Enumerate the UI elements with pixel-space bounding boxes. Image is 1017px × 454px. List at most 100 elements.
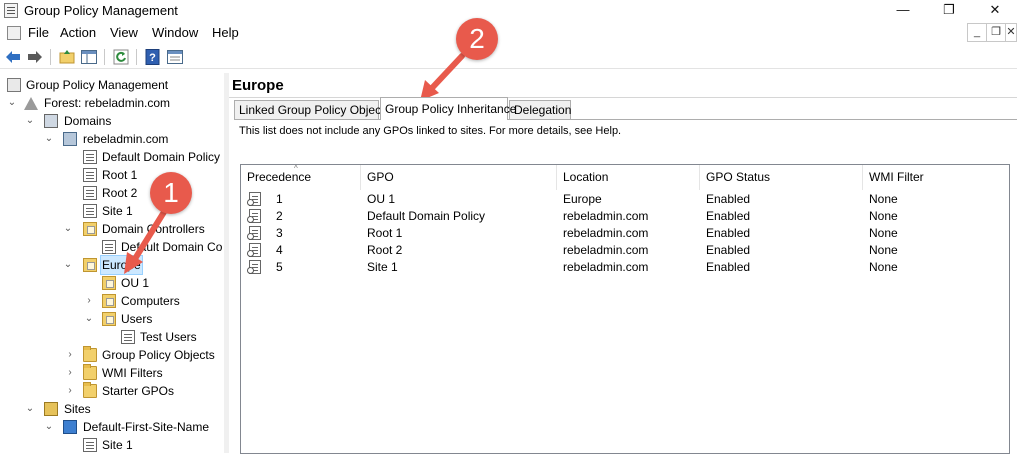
tree-item-label: Forest: rebeladmin.com — [44, 96, 171, 110]
up-folder-icon[interactable] — [58, 48, 76, 66]
expand-toggle[interactable]: ⌄ — [44, 130, 54, 148]
toolbar-separator — [50, 49, 51, 65]
column-header-wmi-filter[interactable]: WMI Filter — [863, 165, 1009, 190]
cell-gpo: OU 1 — [367, 192, 396, 206]
expand-toggle[interactable]: › — [65, 346, 75, 364]
forward-arrow-icon[interactable] — [26, 48, 44, 66]
callout-badge-1: 1 — [150, 172, 192, 214]
cell-precedence: 5 — [276, 260, 283, 274]
inheritance-list[interactable]: ^ Precedence GPO Location GPO Status WMI… — [240, 164, 1010, 454]
tree-item-label: Default-First-Site-Name — [83, 420, 210, 434]
cell-gpo: Default Domain Policy — [367, 209, 486, 223]
expand-toggle[interactable]: › — [65, 364, 75, 382]
folder-icon — [83, 382, 97, 398]
cell-gpo: Root 2 — [367, 243, 403, 257]
menu-help[interactable]: Help — [212, 25, 239, 40]
maximize-button[interactable]: ❐ — [926, 0, 972, 22]
tree-item-label: Starter GPOs — [102, 384, 175, 398]
tree-item-label: Test Users — [140, 330, 197, 344]
gpo-link-icon — [83, 204, 97, 218]
close-button[interactable]: ✕ — [972, 0, 1017, 22]
cell-precedence: 1 — [276, 192, 283, 206]
document-menu-icon[interactable] — [7, 26, 21, 40]
expand-toggle[interactable]: ⌄ — [7, 94, 17, 112]
cell-precedence: 3 — [276, 226, 283, 240]
expand-toggle[interactable]: › — [65, 382, 75, 400]
title-divider — [229, 97, 1017, 98]
table-row[interactable]: 1 OU 1 Europe Enabled None — [241, 191, 1009, 208]
ou-icon — [102, 276, 116, 290]
site-icon — [63, 420, 77, 434]
tree-item-label: Site 1 — [102, 438, 133, 452]
cell-gpo: Site 1 — [367, 260, 398, 274]
tab-linked-gpos[interactable]: Linked Group Policy Objects — [234, 100, 390, 119]
gpo-link-icon — [247, 209, 261, 223]
minimize-button[interactable]: — — [880, 0, 926, 22]
inheritance-tab-panel: This list does not include any GPOs link… — [234, 119, 1017, 454]
domains-icon — [44, 114, 58, 128]
table-row[interactable]: 5 Site 1 rebeladmin.com Enabled None — [241, 259, 1009, 276]
tree-item-label: Default Domain Policy — [102, 150, 221, 164]
toolbar-separator — [136, 49, 137, 65]
expand-toggle[interactable]: ⌄ — [63, 220, 73, 238]
cell-wmi-filter: None — [869, 260, 898, 274]
menu-bar: File Action View Window Help — [0, 22, 1017, 44]
cell-precedence: 4 — [276, 243, 283, 257]
sites-icon — [44, 402, 58, 416]
gpo-link-icon — [83, 168, 97, 182]
gpo-link-icon — [83, 150, 97, 164]
gpm-app-icon — [4, 3, 18, 18]
back-arrow-icon[interactable] — [4, 48, 22, 66]
gpo-link-icon — [247, 226, 261, 240]
column-header-location[interactable]: Location — [557, 165, 700, 190]
child-minimize-button[interactable]: _ — [967, 23, 987, 42]
page-title: Europe — [232, 77, 284, 94]
title-bar: Group Policy Management — ❐ ✕ — [0, 0, 1017, 22]
properties-icon[interactable] — [166, 48, 184, 66]
tree-item-label: OU 1 — [121, 276, 150, 290]
show-hide-tree-icon[interactable] — [80, 48, 98, 66]
svg-text:?: ? — [149, 52, 156, 64]
gpo-link-icon — [247, 260, 261, 274]
tree-item-label: rebeladmin.com — [83, 132, 169, 146]
cell-location: rebeladmin.com — [563, 226, 649, 240]
cell-gpo-status: Enabled — [706, 209, 751, 223]
table-row[interactable]: 3 Root 1 rebeladmin.com Enabled None — [241, 225, 1009, 242]
cell-gpo-status: Enabled — [706, 260, 751, 274]
cell-precedence: 2 — [276, 209, 283, 223]
column-header-precedence[interactable]: ^ Precedence — [241, 165, 361, 190]
tree-item-label: Group Policy Management — [26, 78, 169, 92]
menu-file[interactable]: File — [28, 25, 49, 40]
expand-toggle[interactable]: ⌄ — [44, 418, 54, 436]
console-tree[interactable]: Group Policy Management ⌄ Forest: rebela… — [0, 73, 225, 453]
refresh-icon[interactable] — [112, 48, 130, 66]
table-row[interactable]: 2 Default Domain Policy rebeladmin.com E… — [241, 208, 1009, 225]
expand-toggle[interactable]: ⌄ — [63, 256, 73, 274]
expand-toggle[interactable]: ⌄ — [25, 112, 35, 130]
ou-icon — [83, 258, 97, 272]
tree-item-label: WMI Filters — [102, 366, 163, 380]
menu-action[interactable]: Action — [60, 25, 96, 40]
help-icon[interactable]: ? — [144, 48, 162, 66]
table-row[interactable]: 4 Root 2 rebeladmin.com Enabled None — [241, 242, 1009, 259]
menu-window[interactable]: Window — [152, 25, 198, 40]
gpo-link-icon — [247, 243, 261, 257]
child-restore-button[interactable]: ❐ — [986, 23, 1006, 42]
gpo-link-icon — [83, 438, 97, 452]
tab-delegation[interactable]: Delegation — [509, 100, 571, 119]
tab-group-policy-inheritance[interactable]: Group Policy Inheritance — [380, 97, 516, 120]
expand-toggle[interactable]: › — [84, 292, 94, 310]
child-close-button[interactable]: ✕ — [1005, 23, 1017, 42]
details-pane: Europe Linked Group Policy Objects Group… — [229, 73, 1017, 454]
cell-wmi-filter: None — [869, 226, 898, 240]
tree-item-label: Domains — [64, 114, 112, 128]
toolbar: ? — [0, 45, 1017, 69]
column-header-gpo[interactable]: GPO — [361, 165, 557, 190]
tree-item-label: Root 1 — [102, 168, 138, 182]
expand-toggle[interactable]: ⌄ — [25, 400, 35, 418]
tree-item-label: Computers — [121, 294, 180, 308]
expand-toggle[interactable]: ⌄ — [84, 310, 94, 328]
menu-view[interactable]: View — [110, 25, 138, 40]
window-title: Group Policy Management — [24, 3, 178, 18]
column-header-gpo-status[interactable]: GPO Status — [700, 165, 863, 190]
